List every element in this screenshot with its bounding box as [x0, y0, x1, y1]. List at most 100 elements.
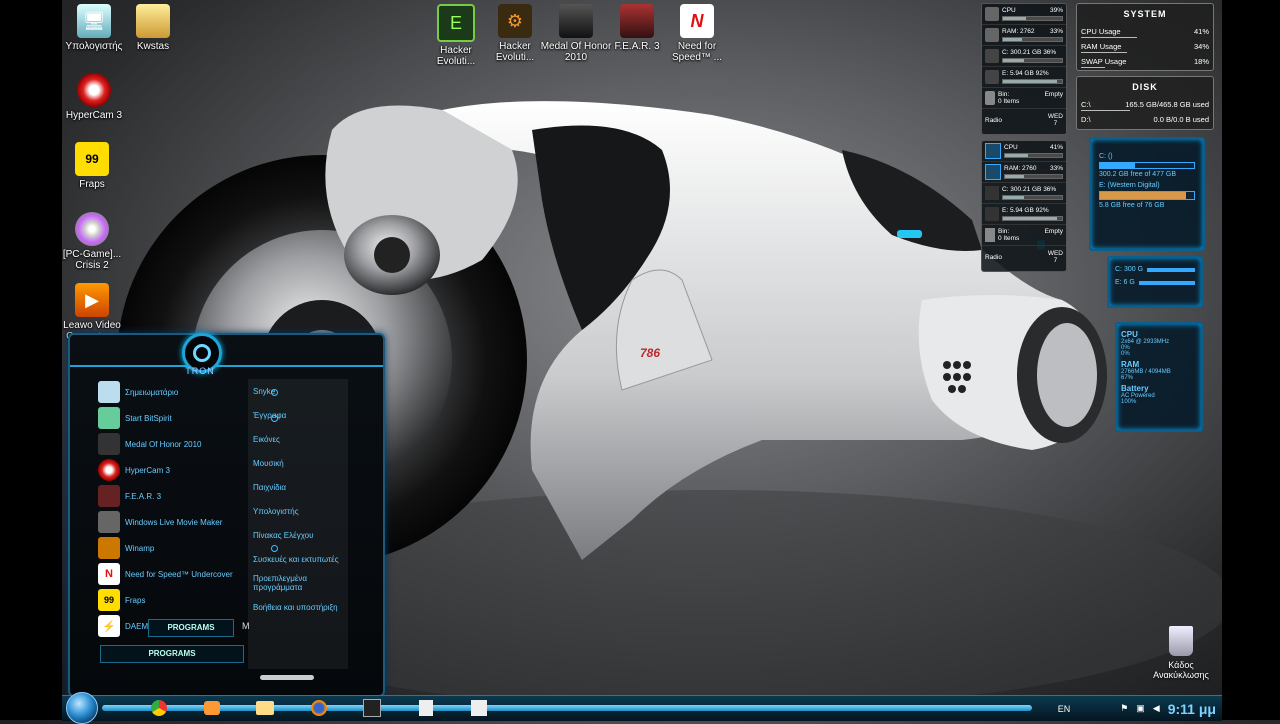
- meter-e-drive-row: E: 5.94 GB 92%: [982, 67, 1066, 88]
- need-for-speed-icon[interactable]: [361, 698, 383, 718]
- place-documents[interactable]: Έγγραφα: [248, 403, 348, 427]
- swap-usage-label: SWAP Usage: [1081, 57, 1127, 66]
- notepad-icon[interactable]: [415, 698, 437, 718]
- programs-button-overlay[interactable]: PROGRAMS: [148, 619, 234, 637]
- clock[interactable]: 9:11 μμ: [1168, 701, 1216, 717]
- start-menu-header: [70, 335, 383, 367]
- desktop-icon-crisis2[interactable]: [PC-Game]... Crisis 2: [56, 212, 128, 271]
- place-music[interactable]: Μουσική: [248, 451, 348, 475]
- desktop-icon-kwstas[interactable]: Kwstas: [117, 4, 189, 52]
- drive-c-bar: [1100, 163, 1135, 168]
- recycle-bin-label: Κάδος Ανακύκλωσης: [1153, 660, 1209, 680]
- place-control-panel[interactable]: Πίνακας Ελέγχου: [248, 523, 348, 547]
- small-drive-gadget[interactable]: C: 300 G E: 6 G: [1107, 256, 1203, 308]
- desktop-icon-recycle-bin[interactable]: Κάδος Ανακύκλωσης: [1146, 626, 1216, 680]
- place-devices-printers[interactable]: Συσκευές και εκτυπωτές: [248, 547, 348, 571]
- meter-ram-value: 33%: [1049, 165, 1063, 172]
- start-item-movie-maker[interactable]: Windows Live Movie Maker: [98, 509, 244, 535]
- start-item-notepad[interactable]: Σημειωματάριο: [98, 379, 278, 405]
- swap-usage-value: 18%: [1193, 57, 1209, 66]
- meter-day: WED: [1047, 250, 1063, 257]
- need-for-speed-icon: N: [98, 563, 120, 585]
- all-programs-button[interactable]: PROGRAMS: [100, 645, 244, 663]
- cpu-ram-battery-gadget[interactable]: CPU 2x64 @ 2933MHz 0% 0% RAM 2766MB / 40…: [1115, 322, 1203, 432]
- battery-pct: 100%: [1121, 399, 1137, 405]
- start-item-label: HyperCam 3: [125, 465, 170, 475]
- meter-cpu-value: 41%: [1049, 144, 1063, 151]
- place-games[interactable]: Παιχνίδια: [248, 475, 348, 499]
- flag-icon[interactable]: ⚑: [1120, 703, 1128, 714]
- meter-bin-items: 0 Items: [998, 98, 1020, 105]
- desktop-icon-label: Need for Speed™ ...: [671, 41, 723, 63]
- meter-bin-row[interactable]: Bin: Empty 0 Items: [982, 88, 1066, 109]
- recycle-bin-icon: [1169, 626, 1193, 656]
- drive-space-gadget[interactable]: C: () 300.2 GB free of 477 GB E: (Wester…: [1089, 137, 1205, 251]
- start-menu-scrollbar[interactable]: [260, 675, 314, 680]
- fear3-icon: [98, 485, 120, 507]
- bitspirit-icon: [98, 407, 120, 429]
- hypercam-icon: [98, 459, 120, 481]
- recycle-bin-icon: [985, 228, 995, 242]
- meter-date: 7: [1053, 120, 1058, 127]
- place-default-programs[interactable]: Προεπιλεγμένα προγράμματα: [248, 571, 348, 595]
- desktop-icon-need-for-speed[interactable]: N Need for Speed™ ...: [661, 4, 733, 63]
- ram-icon: [985, 28, 999, 42]
- meter-c-drive-row: C: 300.21 GB 36%: [982, 46, 1066, 67]
- start-item-label: Σημειωματάριο: [125, 387, 179, 397]
- drive-icon: [985, 49, 999, 63]
- counter-strike-icon[interactable]: [468, 698, 490, 718]
- meter-date: 7: [1053, 257, 1058, 264]
- disk-usage-gadget[interactable]: DISK C:\ 165.5 GB/465.8 GB used D:\ 0.0 B/…: [1076, 76, 1214, 130]
- place-user[interactable]: Snyke: [248, 379, 348, 403]
- start-menu[interactable]: TRON Σημειωματάριο Start BitSpirit Medal…: [68, 333, 385, 697]
- desktop-icon-label: Fraps: [79, 179, 105, 190]
- battery-gadget-title: Battery: [1121, 384, 1149, 393]
- start-item-need-for-speed[interactable]: N Need for Speed™ Undercover: [98, 561, 244, 587]
- start-item-bitspirit[interactable]: Start BitSpirit: [98, 405, 278, 431]
- medal-of-honor-icon: [98, 433, 120, 455]
- media-player-icon[interactable]: [201, 698, 223, 718]
- desktop-icon-fraps[interactable]: 99 Fraps: [56, 142, 128, 190]
- start-item-medal-of-honor[interactable]: Medal Of Honor 2010: [98, 431, 244, 457]
- place-pictures[interactable]: Εικόνες: [248, 427, 348, 451]
- language-indicator[interactable]: EN: [1058, 704, 1071, 714]
- cpu-icon: [985, 7, 999, 21]
- network-icon[interactable]: ▣: [1136, 703, 1145, 714]
- drive-e-bar: [1100, 192, 1187, 199]
- meter-ram-value: 33%: [1049, 28, 1063, 35]
- ram-pct: 67%: [1121, 375, 1134, 381]
- small-drive-e-bar: [1138, 280, 1195, 285]
- desktop-icon-hypercam[interactable]: HyperCam 3: [58, 73, 130, 121]
- drive-icon: [985, 70, 999, 84]
- start-item-winamp[interactable]: Winamp: [98, 535, 278, 561]
- explorer-icon[interactable]: [254, 698, 276, 718]
- place-computer[interactable]: Υπολογιστής: [248, 499, 348, 523]
- meter-bin-row[interactable]: Bin: Empty 0 Items: [982, 225, 1066, 246]
- meter-radio-row[interactable]: Radio WED 7: [982, 246, 1066, 268]
- ram-usage-row: RAM Usage 34%: [1077, 42, 1213, 53]
- start-item-fear3[interactable]: F.E.A.R. 3: [98, 483, 244, 509]
- taskbar: EN ⚑ ▣ ◀ 9:11 μμ: [62, 692, 1222, 724]
- start-item-label: Need for Speed™ Undercover: [125, 569, 233, 579]
- meter-bin-status: Empty: [1044, 91, 1063, 98]
- start-button[interactable]: [66, 692, 98, 724]
- meter-radio-label: Radio: [985, 116, 1002, 124]
- system-usage-gadget[interactable]: SYSTEM CPU Usage 41% RAM Usage 34% SWAP Us…: [1076, 3, 1214, 71]
- notepad-icon: [98, 381, 120, 403]
- disk-d-row: D:\ 0.0 B/0.0 B used: [1077, 115, 1213, 124]
- hypercam-icon: [77, 73, 111, 107]
- meter-radio-row[interactable]: Radio WED 7: [982, 109, 1066, 131]
- cpu-core2: 0%: [1121, 351, 1130, 357]
- cpu-gadget-title: CPU: [1121, 330, 1138, 339]
- system-meter-gadget[interactable]: CPU 39% RAM: 2762 33% C: 300.21 GB 36% E: …: [981, 3, 1067, 135]
- bike-number: 786: [640, 346, 660, 360]
- chrome-icon[interactable]: [148, 698, 170, 718]
- firefox-icon[interactable]: [308, 698, 330, 718]
- system-meter-gadget-2[interactable]: CPU 41% RAM: 2760 33% C: 300.21 GB 36% E: …: [981, 140, 1067, 272]
- start-item-hypercam[interactable]: HyperCam 3: [98, 457, 244, 483]
- meter-bin-label: Bin:: [998, 91, 1010, 98]
- place-help-support[interactable]: Βοήθεια και υποστήριξη: [248, 595, 348, 619]
- volume-icon[interactable]: ◀: [1153, 703, 1160, 714]
- swap-usage-row: SWAP Usage 18%: [1077, 57, 1213, 68]
- start-item-fraps[interactable]: 99 Fraps: [98, 587, 244, 613]
